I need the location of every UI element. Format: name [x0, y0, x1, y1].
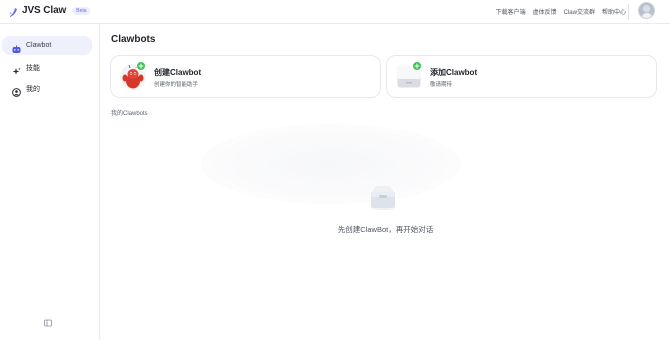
sidebar-item-label: Clawbot [26, 42, 52, 49]
nav-divider [628, 4, 629, 20]
card-title: 创建Clawbot [154, 68, 202, 77]
sparkle-icon [12, 63, 21, 75]
nav-feedback[interactable]: 虚体反馈 [533, 7, 557, 16]
beta-badge: Beta [73, 6, 90, 15]
plus-badge-icon: + [136, 61, 146, 71]
top-nav: 下载客户端 虚体反馈 Claw交流群 帮助中心 [496, 7, 626, 16]
sidebar-item-mine[interactable]: 我的 [2, 79, 92, 98]
brand[interactable]: JVS Claw Beta [8, 5, 90, 17]
top-bar: JVS Claw Beta 下载客户端 虚体反馈 Claw交流群 帮助中心 [0, 0, 670, 24]
card-title: 添加Clawbot [430, 68, 478, 77]
create-clawbot-card[interactable]: + 创建Clawbot 创建你的智能助手 [110, 55, 381, 98]
empty-box-icon [368, 184, 398, 210]
user-icon [12, 84, 21, 97]
card-subtitle: 创建你的智能助手 [154, 82, 199, 88]
bot-icon [12, 41, 21, 53]
card-subtitle: 敬请期待 [430, 82, 453, 88]
collapse-sidebar-icon[interactable] [44, 314, 52, 327]
sidebar-item-clawbot[interactable]: Clawbot [2, 36, 92, 55]
sidebar-item-label: 我的 [26, 85, 40, 93]
nav-claw-group[interactable]: Claw交流群 [564, 7, 595, 16]
plus-badge-icon: + [412, 61, 422, 71]
sidebar-item-label: 技能 [26, 64, 40, 72]
avatar[interactable] [638, 2, 655, 19]
nav-help-center[interactable]: 帮助中心 [602, 7, 626, 16]
empty-state-background [201, 124, 461, 204]
nav-download-client[interactable]: 下载客户端 [496, 7, 526, 16]
sidebar-item-skills[interactable]: 技能 [2, 58, 92, 77]
brand-name: JVS Claw [22, 5, 67, 16]
jvs-logo-icon [8, 5, 19, 17]
sidebar: Clawbot 技能 我的 [0, 24, 100, 340]
main-content: Clawbots + 创建Clawbot 创建你的智能助手 + 添加Clawbo… [101, 24, 670, 340]
add-clawbot-card[interactable]: + 添加Clawbot 敬请期待 [386, 55, 657, 98]
my-clawbots-label: 我的Clawbots [111, 111, 148, 117]
page-title: Clawbots [111, 34, 156, 45]
empty-state-text: 先创建ClawBot，再开始对话 [337, 225, 434, 234]
